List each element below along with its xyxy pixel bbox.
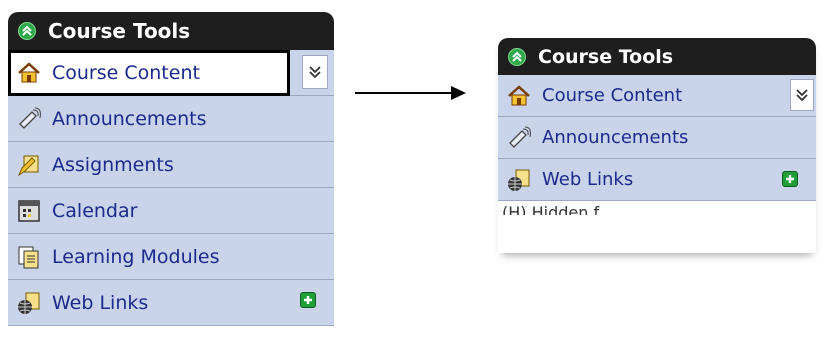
chevron-double-down-icon [309, 66, 321, 79]
collapse-up-icon[interactable] [508, 47, 526, 66]
sidebar-item-course-content[interactable]: Course Content [8, 50, 334, 96]
sidebar-item-label: Announcements [52, 107, 207, 130]
expand-menu-button[interactable] [302, 55, 328, 89]
house-icon [16, 60, 42, 86]
megaphone-icon [16, 106, 42, 132]
documents-icon [16, 244, 42, 270]
sidebar-item-announcements[interactable]: Announcements [8, 96, 334, 142]
sidebar-item-label: Web Links [542, 169, 634, 190]
sidebar-item-announcements[interactable]: Announcements [498, 117, 816, 159]
right-arrow-icon [355, 86, 466, 100]
sidebar-item-label: Assignments [52, 153, 174, 176]
sidebar-item-label: Announcements [542, 127, 689, 148]
sidebar-item-calendar[interactable]: Calendar [8, 188, 334, 234]
panel-title: Course Tools [538, 45, 674, 68]
sidebar-item-label: Web Links [52, 291, 149, 314]
globe-page-icon [506, 167, 532, 193]
assignment-pencil-icon [16, 152, 42, 178]
sidebar-item-web-links[interactable]: Web Links [8, 280, 334, 326]
add-icon[interactable] [782, 171, 798, 187]
globe-page-icon [16, 290, 42, 316]
megaphone-icon [506, 125, 532, 151]
calendar-icon [16, 198, 42, 224]
sidebar-item-learning-modules[interactable]: Learning Modules [8, 234, 334, 280]
sidebar-item-course-content[interactable]: Course Content [498, 75, 816, 117]
sidebar-item-web-links[interactable]: Web Links [498, 159, 816, 201]
course-tools-panel-left: Course Tools Course Content Announcement… [8, 12, 334, 347]
hidden-items-note: (H) Hidden f [498, 201, 816, 215]
chevron-double-down-icon [796, 89, 808, 102]
sidebar-item-label: Course Content [52, 61, 200, 84]
expand-menu-button[interactable] [790, 79, 814, 111]
panel-title: Course Tools [48, 19, 191, 43]
sidebar-item-label: Course Content [542, 85, 683, 106]
house-icon [506, 83, 532, 109]
sidebar-item-assignments[interactable]: Assignments [8, 142, 334, 188]
sidebar-item-label: Learning Modules [52, 245, 220, 268]
course-tools-header[interactable]: Course Tools [8, 12, 334, 50]
add-icon[interactable] [300, 292, 316, 308]
collapse-up-icon[interactable] [18, 22, 36, 40]
course-tools-panel-right: Course Tools Course Content Announcement… [498, 38, 816, 253]
course-tools-header[interactable]: Course Tools [498, 38, 816, 75]
sidebar-item-label: Calendar [52, 199, 138, 222]
